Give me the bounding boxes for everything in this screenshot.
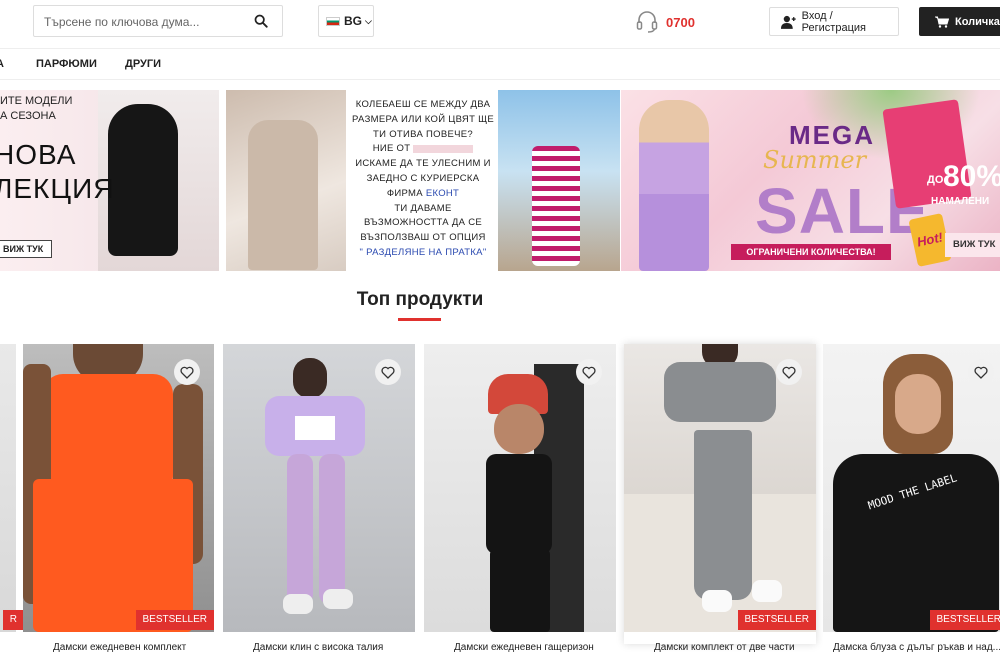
- nav-item-perfumes[interactable]: ПАРФЮМИ: [36, 58, 97, 70]
- favorite-button[interactable]: [776, 359, 802, 385]
- heart-icon: [782, 366, 796, 379]
- notice-line: НИЕ ОТ: [348, 142, 498, 157]
- redacted-name: [413, 144, 474, 153]
- bulgaria-flag-icon: [326, 16, 340, 26]
- bestseller-badge: BESTSELLER: [929, 610, 1000, 630]
- language-code: BG: [344, 14, 362, 28]
- model-image: [248, 120, 318, 270]
- cart-icon: [935, 16, 949, 28]
- banner-new-collection[interactable]: ИТЕ МОДЕЛИ А СЕЗОНА НОВА ЛЕКЦИЯ ВИЖ ТУК: [0, 90, 219, 271]
- product-image[interactable]: [424, 344, 616, 632]
- notice-line: " РАЗДЕЛЯНЕ НА ПРАТКА": [359, 246, 487, 258]
- product-name[interactable]: Дамска блуза с дълъг ръкав и над...: [833, 642, 1000, 652]
- courier-name: ЕКОНТ: [425, 187, 460, 199]
- notice-line: ЗАЕДНО С КУРИЕРСКА: [366, 172, 480, 184]
- login-label: Вход / Регистрация: [801, 9, 866, 34]
- banner-subtitle: ИТЕ МОДЕЛИ А СЕЗОНА: [0, 94, 72, 124]
- bestseller-badge: R: [2, 610, 24, 630]
- banner-headline: НОВА ЛЕКЦИЯ: [0, 138, 114, 206]
- phone-contact[interactable]: 0700: [636, 10, 695, 34]
- banner-split-shipment[interactable]: КОЛЕБАЕШ СЕ МЕЖДУ ДВА РАЗМЕРА ИЛИ КОЙ ЦВ…: [348, 90, 498, 271]
- login-register-button[interactable]: Вход / Регистрация: [769, 7, 899, 36]
- notice-line: РАЗМЕРА ИЛИ КОЙ ЦВЯТ ЩЕ: [352, 113, 494, 125]
- black-dress-shape: [108, 104, 178, 256]
- search-icon[interactable]: [254, 14, 268, 28]
- notice-text: НИЕ ОТ: [372, 143, 411, 155]
- product-card[interactable]: BESTSELLER Дамски ежедневен комплект: [23, 344, 214, 652]
- product-image[interactable]: [223, 344, 415, 632]
- bestseller-badge: BESTSELLER: [135, 610, 214, 630]
- user-icon: [780, 15, 796, 29]
- see-here-button[interactable]: ВИЖ ТУК: [0, 240, 52, 258]
- favorite-button[interactable]: [174, 359, 200, 385]
- see-here-button[interactable]: ВИЖ ТУК: [945, 233, 1000, 257]
- notice-text: ФИРМА: [386, 187, 423, 199]
- banner-headline-line1: НОВА: [0, 139, 77, 170]
- banner-knit-set[interactable]: [226, 90, 346, 271]
- striped-dress-shape: [532, 146, 580, 266]
- heart-icon: [180, 366, 194, 379]
- product-card[interactable]: BESTSELLER Дамски комплект от две части: [624, 344, 816, 652]
- banner-striped-dress[interactable]: [498, 90, 620, 271]
- chevron-down-icon: ⌵: [365, 15, 372, 26]
- notice-line: ВЪЗМОЖНОСТТА ДА СЕ: [364, 217, 482, 229]
- product-image[interactable]: [23, 344, 214, 632]
- product-name[interactable]: Дамски клин с висока талия: [253, 642, 383, 652]
- product-name[interactable]: Дамски ежедневен комплект: [53, 642, 186, 652]
- notice-line: ТИ ДАВАМЕ: [394, 202, 452, 214]
- banner-mega-summer-sale[interactable]: MEGA Summer SALE ОГРАНИЧЕНИ КОЛИЧЕСТВА! …: [621, 90, 1000, 271]
- notice-line: ФИРМА ЕКОНТ: [348, 187, 498, 202]
- banner-subtitle-line2: А СЕЗОНА: [0, 110, 56, 122]
- cart-button[interactable]: Количка: [919, 7, 1000, 36]
- limited-quantities-label: ОГРАНИЧЕНИ КОЛИЧЕСТВА!: [731, 244, 891, 260]
- bestseller-badge: BESTSELLER: [737, 610, 816, 630]
- favorite-button[interactable]: [968, 359, 994, 385]
- split-shipment-notice: КОЛЕБАЕШ СЕ МЕЖДУ ДВА РАЗМЕРА ИЛИ КОЙ ЦВ…: [348, 98, 498, 261]
- heart-icon: [582, 366, 596, 379]
- phone-number[interactable]: 0700: [666, 15, 695, 30]
- banner-headline-line2: ЛЕКЦИЯ: [0, 173, 115, 204]
- language-selector[interactable]: BG ⌵: [318, 5, 374, 37]
- product-image[interactable]: MOOD THE LABEL: [823, 344, 1000, 632]
- favorite-button[interactable]: [375, 359, 401, 385]
- title-underline: [398, 318, 441, 321]
- heart-icon: [974, 366, 988, 379]
- section-title: Топ продукти: [356, 289, 484, 310]
- favorite-button[interactable]: [576, 359, 602, 385]
- up-to-text: ДО: [927, 174, 944, 186]
- search-box: [33, 5, 283, 37]
- cart-label: Количка: [955, 15, 1000, 28]
- product-card[interactable]: R: [0, 344, 24, 644]
- site-header: BG ⌵ 0700 Вход / Регистрация Количка: [0, 0, 1000, 46]
- banner-subtitle-line1: ИТЕ МОДЕЛИ: [0, 95, 73, 107]
- model-image: [639, 100, 709, 271]
- notice-line: ТИ ОТИВА ПОВЕЧЕ?: [373, 128, 473, 140]
- discount-label: НАМАЛЕНИ: [931, 196, 990, 207]
- product-card[interactable]: Дамски ежедневен гащеризон: [424, 344, 616, 652]
- main-navigation: А ПАРФЮМИ ДРУГИ: [0, 48, 1000, 80]
- product-image[interactable]: [0, 344, 16, 632]
- summer-text: Summer: [763, 146, 867, 174]
- heart-icon: [381, 366, 395, 379]
- product-card[interactable]: MOOD THE LABEL BESTSELLER Дамска блуза с…: [823, 344, 1000, 652]
- nav-item-other[interactable]: ДРУГИ: [125, 58, 161, 70]
- notice-line: ИСКАМЕ ДА ТЕ УЛЕСНИМ И: [355, 158, 491, 170]
- product-name[interactable]: Дамски ежедневен гащеризон: [454, 642, 594, 652]
- product-image[interactable]: [624, 344, 816, 632]
- nav-item-clipped[interactable]: А: [0, 58, 4, 70]
- notice-line: ВЪЗПОЛЗВАШ ОТ ОПЦИЯ: [360, 232, 486, 244]
- search-input[interactable]: [44, 13, 244, 31]
- headset-icon: [636, 11, 658, 33]
- notice-line: КОЛЕБАЕШ СЕ МЕЖДУ ДВА: [355, 99, 491, 110]
- discount-percent: 80%: [943, 160, 1000, 193]
- product-name[interactable]: Дамски комплект от две части: [654, 642, 795, 652]
- product-card[interactable]: Дамски клин с висока талия: [223, 344, 415, 652]
